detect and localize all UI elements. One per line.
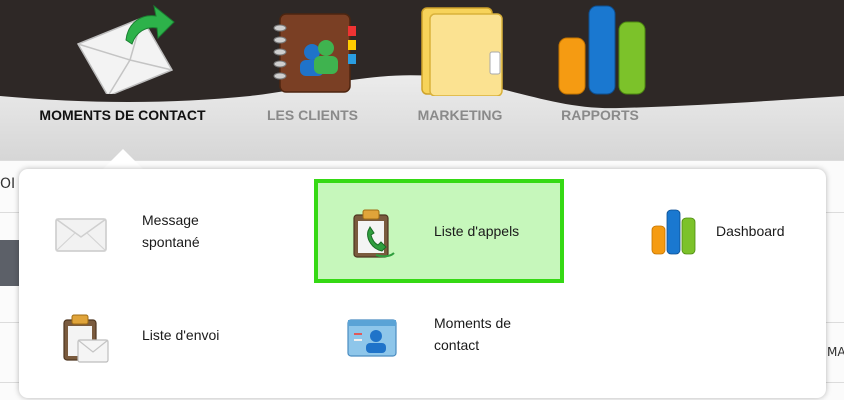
menu-item-moments-de-contact[interactable]: Moments de contact — [330, 300, 590, 380]
bar-chart-icon — [558, 5, 646, 95]
menu-item-label: Liste d'appels — [434, 223, 520, 239]
menu-item-label: Message spontané — [142, 212, 200, 250]
menu-item-message-spontane[interactable]: Message spontané — [40, 195, 300, 275]
menu-item-label: Dashboard — [716, 223, 785, 239]
nav-label: MOMENTS DE CONTACT — [39, 107, 206, 123]
menu-item-dashboard[interactable]: Dashboard — [640, 200, 820, 264]
nav-marketing[interactable]: MARKETING — [400, 0, 520, 135]
menu-item-label: Liste d'envoi — [142, 327, 220, 343]
address-book-icon — [273, 13, 356, 93]
nav-label: MARKETING — [417, 107, 503, 123]
menu-item-liste-denvoi[interactable]: Liste d'envoi — [40, 300, 300, 380]
dropdown-caret — [103, 149, 143, 169]
envelope-arrow-icon — [76, 4, 175, 94]
bar-chart-icon — [651, 209, 696, 255]
contact-card-icon — [347, 319, 397, 357]
nav-rapports[interactable]: RAPPORTS — [540, 0, 660, 135]
phone-clipboard-icon — [353, 209, 395, 258]
envelope-icon — [55, 218, 107, 252]
folder-icon — [421, 7, 503, 96]
nav-label: RAPPORTS — [561, 107, 639, 123]
menu-item-liste-dappels[interactable]: Liste d'appels — [318, 183, 560, 279]
nav-les-clients[interactable]: LES CLIENTS — [245, 0, 380, 135]
background-right-text: MA — [827, 345, 844, 359]
background-left-text: OI — [0, 176, 16, 192]
mail-clipboard-icon — [63, 314, 109, 363]
menu-item-label: Moments de contact — [434, 315, 512, 353]
nav-label: LES CLIENTS — [266, 107, 358, 123]
header: MOMENTS DE CONTACT LES CLIENTS MARKETING… — [0, 0, 844, 160]
nav-moments-de-contact[interactable]: MOMENTS DE CONTACT — [20, 0, 225, 135]
